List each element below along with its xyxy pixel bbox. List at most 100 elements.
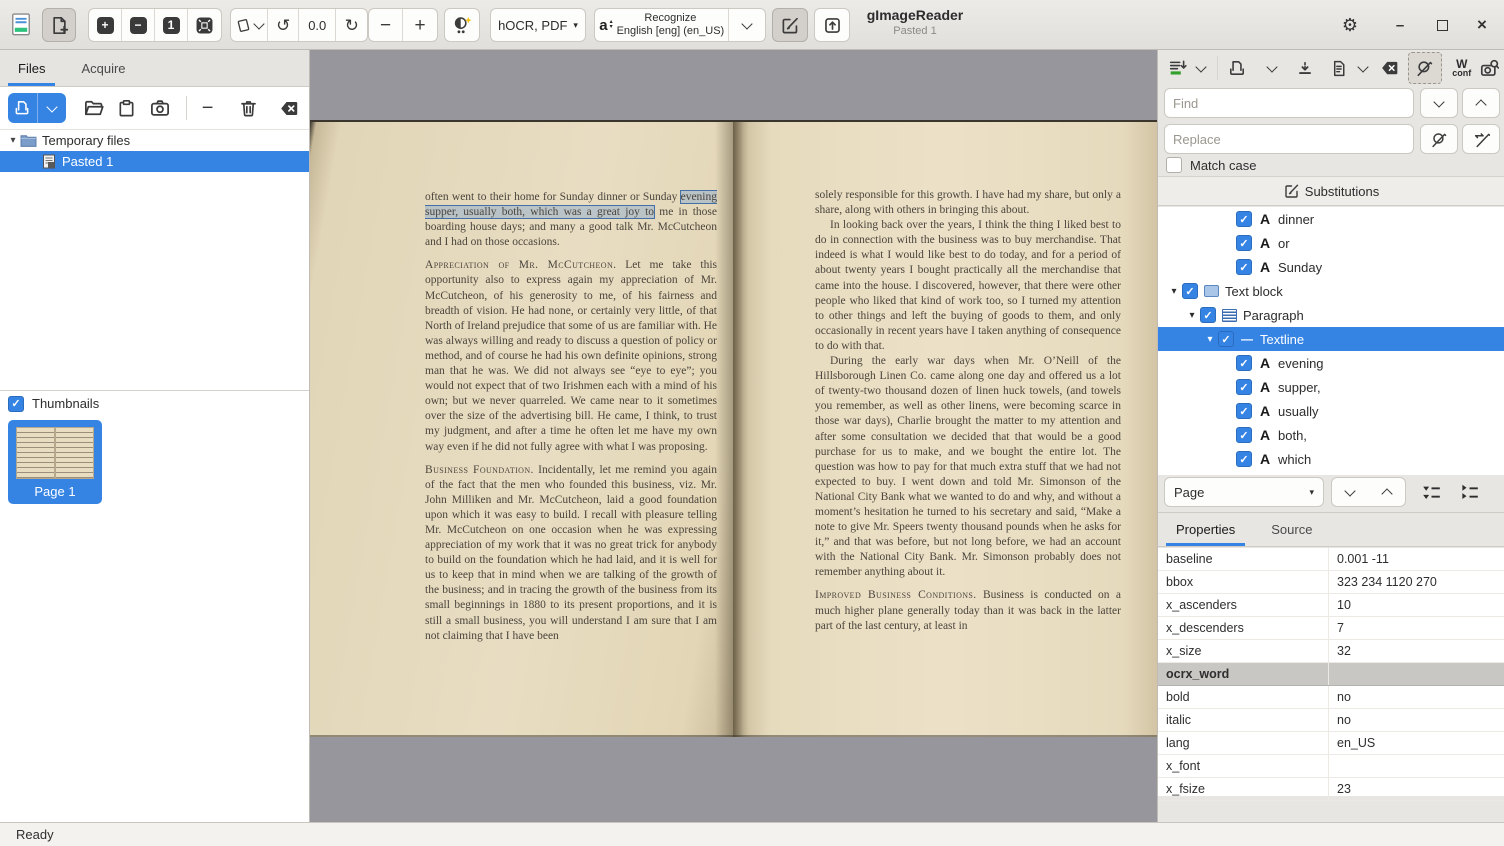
export-document-dropdown[interactable] [1354,66,1371,71]
property-row-bbox[interactable]: bbox323 234 1120 270 [1158,571,1504,594]
replace-input[interactable] [1164,124,1414,154]
zoom-original-button[interactable]: 1 [155,9,188,41]
tree-item-which[interactable]: ✓Awhich [1158,447,1504,471]
expander-icon[interactable]: ▾ [6,135,20,146]
property-row-lang[interactable]: langen_US [1158,732,1504,755]
tab-files[interactable]: Files [0,50,63,86]
recognize-dropdown[interactable] [729,9,765,41]
property-row-x_descenders[interactable]: x_descenders7 [1158,617,1504,640]
open-hocr-dropdown[interactable] [1264,66,1281,71]
preview-button[interactable] [1477,53,1502,83]
property-row-x_fsize[interactable]: x_fsize23 [1158,778,1504,801]
image-canvas[interactable]: often went to their home for Sunday dinn… [310,50,1157,822]
property-row-ocrx_word[interactable]: ocrx_word [1158,663,1504,686]
item-checkbox[interactable]: ✓ [1236,211,1252,227]
clear-sources-button[interactable] [276,93,303,123]
tab-properties[interactable]: Properties [1158,513,1253,546]
find-previous-button[interactable] [1462,88,1500,118]
tree-item-or[interactable]: ✓Aor [1158,231,1504,255]
recognize-button[interactable]: a ▴▾ Recognize English [eng] (en_US) [595,9,729,41]
find-next-button[interactable] [1420,88,1458,118]
tree-item-sunday[interactable]: ✓ASunday [1158,255,1504,279]
substitutions-button[interactable]: Substitutions [1158,176,1504,206]
previous-item-button[interactable] [1368,477,1406,507]
settings-button[interactable]: ⚙ [1338,13,1362,37]
add-images-dropdown[interactable] [37,93,67,123]
tree-item-textblock[interactable]: ▾✓Text block [1158,279,1504,303]
property-row-x_ascenders[interactable]: x_ascenders10 [1158,594,1504,617]
add-images-button[interactable] [8,93,37,123]
export-document-button[interactable] [1327,53,1352,83]
tree-item-usually[interactable]: ✓Ausually [1158,399,1504,423]
collapse-all-button[interactable] [1452,477,1486,507]
tree-item-evening[interactable]: ✓Aevening [1158,351,1504,375]
tab-source[interactable]: Source [1253,513,1330,546]
item-checkbox[interactable]: ✓ [1236,259,1252,275]
page-thumbnail[interactable]: Page 1 [8,420,102,504]
item-checkbox[interactable]: ✓ [1236,235,1252,251]
thumbnails-checkbox[interactable]: ✓ [8,396,24,412]
tree-item-dinner[interactable]: ✓Adinner [1158,207,1504,231]
screenshot-button[interactable] [146,93,173,123]
property-row-x_size[interactable]: x_size32 [1158,640,1504,663]
rotate-mode-dropdown[interactable] [231,9,268,41]
property-row-x_font[interactable]: x_font [1158,755,1504,778]
tree-item-supper[interactable]: ✓Asupper, [1158,375,1504,399]
temporary-files-folder-row[interactable]: ▾ Temporary files [0,130,309,151]
item-checkbox[interactable]: ✓ [1200,307,1216,323]
maximize-button[interactable] [1430,13,1454,37]
item-checkbox[interactable]: ✓ [1236,355,1252,371]
paste-button[interactable] [113,93,140,123]
expand-all-button[interactable] [1414,477,1448,507]
output-format-dropdown[interactable]: hOCR, PDF ▾ [490,8,586,42]
tree-item-textline[interactable]: ▾✓—Textline [1158,327,1504,351]
zoom-out-button[interactable]: − [122,9,155,41]
property-row-baseline[interactable]: baseline0.001 -11 [1158,548,1504,571]
remove-source-button[interactable]: − [194,93,221,123]
close-button[interactable]: × [1470,13,1494,37]
tab-acquire[interactable]: Acquire [63,50,143,86]
rotate-right-button[interactable]: ↻ [336,9,367,41]
pasted-file-row[interactable]: Pasted 1 [0,151,309,172]
find-input[interactable] [1164,88,1414,118]
zoom-fit-button[interactable] [188,9,221,41]
item-checkbox[interactable]: ✓ [1182,283,1198,299]
item-checkbox[interactable]: ✓ [1236,427,1252,443]
rotation-angle-spinner[interactable]: 0.0 [299,9,336,41]
property-row-bold[interactable]: boldno [1158,686,1504,709]
delete-source-button[interactable] [235,93,262,123]
expander-icon[interactable]: ▾ [1184,310,1200,321]
item-checkbox[interactable]: ✓ [1236,379,1252,395]
minus-button[interactable]: − [369,9,403,41]
plus-button[interactable]: + [403,9,437,41]
expander-icon[interactable]: ▾ [1166,286,1182,297]
rotate-left-button[interactable]: ↺ [268,9,299,41]
insert-mode-button[interactable] [1166,53,1191,83]
replace-button[interactable] [1420,124,1458,154]
selected-textline-highlight[interactable]: evening supper, usually both, which was … [425,191,717,218]
open-folder-button[interactable] [80,93,107,123]
page-select[interactable]: Page ▾ [1164,477,1324,507]
replace-all-button[interactable] [1462,124,1500,154]
zoom-in-button[interactable]: + [89,9,122,41]
export-button[interactable] [814,8,850,42]
add-page-button[interactable] [42,8,76,42]
open-hocr-button[interactable] [1225,53,1250,83]
minimize-button[interactable]: – [1388,13,1412,37]
match-case-checkbox[interactable] [1166,157,1182,173]
save-hocr-button[interactable] [1293,53,1318,83]
show-confidence-toggle[interactable]: W conf [1452,59,1471,78]
item-checkbox[interactable]: ✓ [1236,403,1252,419]
tree-item-paragraph[interactable]: ▾✓Paragraph [1158,303,1504,327]
expander-icon[interactable]: ▾ [1202,334,1218,345]
clear-output-button[interactable] [1377,53,1402,83]
toggle-output-pane-button[interactable] [772,8,808,42]
scanned-document[interactable]: often went to their home for Sunday dinn… [310,120,1157,737]
find-replace-toggle[interactable] [1408,52,1442,84]
item-checkbox[interactable]: ✓ [1236,451,1252,467]
display-adjustments-button[interactable] [444,8,480,42]
insert-mode-dropdown[interactable] [1193,66,1210,71]
tree-item-both[interactable]: ✓Aboth, [1158,423,1504,447]
property-row-italic[interactable]: italicno [1158,709,1504,732]
item-checkbox[interactable]: ✓ [1218,331,1234,347]
